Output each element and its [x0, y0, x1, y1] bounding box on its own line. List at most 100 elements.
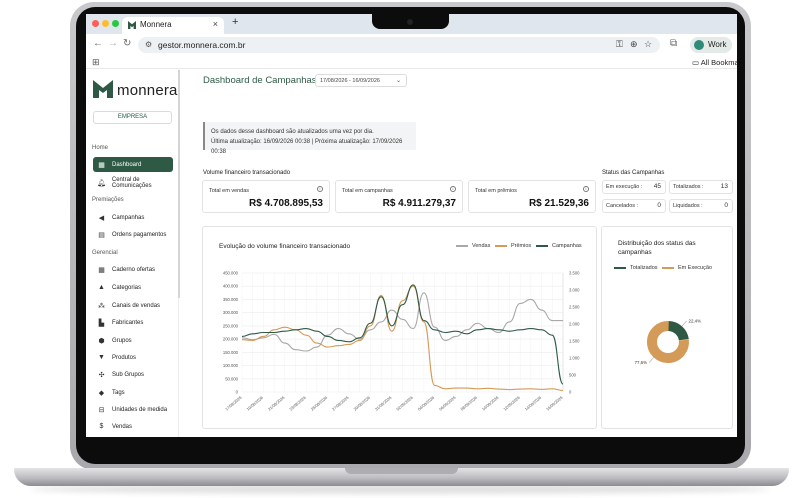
x-tick-label: 23/08/2026	[288, 394, 307, 411]
y-left-tick-label: 350.000	[223, 297, 239, 302]
kpi-title: Total em vendas	[209, 188, 250, 194]
sidebar-item-label: Categorias	[112, 284, 142, 291]
x-tick-label: 17/08/2026	[224, 394, 243, 411]
date-range-select[interactable]: 17/08/2026 - 16/09/2026 ⌄	[315, 74, 407, 87]
status-label: Cancelados :	[606, 203, 639, 209]
bookmark-star-icon[interactable]: ☆	[644, 39, 652, 50]
y-right-tick-label: 2.000	[569, 322, 580, 327]
status-totalizados: Totalizados : 13	[669, 180, 733, 194]
x-tick-label: 29/08/2026	[352, 394, 371, 411]
page-title: Dashboard de Campanhas	[203, 75, 317, 86]
minimize-window-icon[interactable]	[102, 20, 109, 27]
reload-icon[interactable]: ↻	[123, 38, 131, 49]
dollar-icon: $	[99, 423, 104, 430]
y-left-tick-label: 250.000	[223, 323, 239, 328]
sidebar-item-fabricantes[interactable]: ▙ Fabricantes	[93, 315, 173, 330]
kpi-value: R$ 4.708.895,53	[249, 198, 323, 209]
y-left-tick-label: 200.000	[223, 337, 239, 342]
sidebar-item-label: Dashboard	[112, 161, 142, 168]
donut-slice-totalizados	[667, 321, 689, 341]
sidebar-item-label: Sub Grupos	[112, 371, 145, 378]
status-section-label: Status das Campanhas	[602, 170, 665, 176]
all-bookmarks-link[interactable]: ▭ All Bookmarks	[692, 58, 737, 67]
y-right-tick-label: 1.000	[569, 356, 580, 361]
new-tab-icon[interactable]: +	[232, 16, 238, 28]
section-home: Home	[92, 145, 109, 151]
kpi-total-vendas: Total em vendas i R$ 4.708.895,53	[202, 180, 330, 213]
basket-icon: ▼	[98, 354, 105, 361]
financial-section-label: Volume financeiro transacionado	[203, 170, 291, 176]
sidebar-item-ordens-pagamentos[interactable]: ▤ Ordens pagamentos	[93, 227, 173, 242]
section-rewards: Premiações	[92, 197, 124, 203]
info-icon[interactable]: i	[317, 186, 323, 192]
x-tick-label: 06/09/2026	[438, 394, 457, 411]
x-tick-label: 12/09/2026	[502, 394, 521, 411]
sidebar-item-central-comunicacoes[interactable]: 🔔︎ Central de Comunicações	[93, 175, 173, 190]
sidebar-item-unidades-medida[interactable]: ⊟ Unidades de medida	[93, 402, 173, 417]
sidebar-item-vendas[interactable]: $ Vendas	[93, 419, 173, 434]
megaphone-icon: ◀	[98, 214, 105, 222]
profile-button[interactable]: Work	[690, 37, 732, 53]
x-tick-label: 19/08/2026	[245, 394, 264, 411]
close-window-icon[interactable]	[92, 20, 99, 27]
back-icon[interactable]: ←	[93, 38, 103, 49]
y-right-tick-label: 3.500	[569, 271, 580, 276]
sidebar-item-caderno-ofertas[interactable]: ▦ Caderno ofertas	[93, 262, 173, 277]
sidebar-item-canais-vendas[interactable]: ⁂ Canais de vendas	[93, 298, 173, 313]
maximize-window-icon[interactable]	[112, 20, 119, 27]
x-tick-label: 04/09/2026	[417, 394, 436, 411]
status-label: Liquidados :	[673, 203, 703, 209]
y-left-tick-label: 0	[236, 390, 239, 395]
donut-chart: 22,4% 77,6%	[635, 319, 701, 366]
y-left-tick-label: 400.000	[223, 284, 239, 289]
y-left-tick-label: 450.000	[223, 271, 239, 276]
monnera-favicon-icon	[128, 21, 136, 29]
extensions-icon[interactable]: ⧉	[670, 38, 677, 49]
shapes-icon: ▲	[98, 284, 105, 291]
sidebar-item-label: Produtos	[112, 354, 137, 361]
network-icon: ✣	[98, 371, 105, 379]
zoom-icon[interactable]: ⊕	[630, 39, 638, 50]
x-tick-label: 10/09/2026	[481, 394, 500, 411]
y-right-tick-label: 2.500	[569, 305, 580, 310]
laptop-base	[14, 468, 789, 486]
sidebar-item-grupos[interactable]: ⬢ Grupos	[93, 333, 173, 348]
info-icon[interactable]: i	[583, 186, 589, 192]
sidebar-item-tags[interactable]: ◆ Tags	[93, 385, 173, 400]
sidebar-item-produtos[interactable]: ▼ Produtos	[93, 350, 173, 365]
forward-icon[interactable]: →	[108, 38, 118, 49]
company-button[interactable]: EMPRESA	[93, 111, 172, 124]
status-em-execucao: Em execução : 45	[602, 180, 666, 194]
brand-name: monnera	[117, 82, 178, 99]
sidebar-item-label: Campanhas	[112, 214, 145, 221]
site-info-icon[interactable]: ⚙	[145, 40, 152, 49]
sidebar-item-sub-grupos[interactable]: ✣ Sub Grupos	[93, 367, 173, 382]
sidebar-item-label: Central de Comunicações	[111, 176, 152, 189]
kpi-title: Total em campanhas	[342, 188, 393, 194]
status-cancelados: Cancelados : 0	[602, 199, 666, 213]
donut-leader-line	[648, 357, 654, 363]
x-tick-label: 21/08/2026	[267, 394, 286, 411]
bell-icon: 🔔︎	[97, 179, 106, 187]
app: monnera EMPRESA Home ▦ Dashboard 🔔︎ Centra…	[86, 70, 737, 437]
address-bar[interactable]: ⚙ gestor.monnera.com.br ⚿ ⊕ ☆	[138, 37, 660, 53]
browser-tab[interactable]: Monnera ×	[122, 17, 224, 34]
key-icon[interactable]: ⚿	[616, 39, 623, 50]
status-label: Em execução :	[606, 184, 643, 190]
apps-grid-icon[interactable]: ⊞	[92, 57, 100, 68]
close-tab-icon[interactable]: ×	[213, 19, 218, 29]
sidebar-item-dashboard[interactable]: ▦ Dashboard	[93, 157, 173, 172]
channels-icon: ⁂	[98, 302, 105, 310]
status-value: 45	[653, 183, 661, 190]
sidebar-item-categorias[interactable]: ▲ Categorias	[93, 280, 173, 295]
sidebar-item-campanhas[interactable]: ◀ Campanhas	[93, 210, 173, 225]
info-icon[interactable]: i	[450, 186, 456, 192]
status-value: 13	[720, 183, 728, 190]
y-right-tick-label: 500	[569, 373, 577, 378]
avatar	[694, 40, 704, 50]
monnera-logo-icon	[93, 80, 113, 98]
all-bookmarks-label: All Bookmarks	[700, 58, 737, 67]
sidebar-item-label: Unidades de medida	[112, 406, 168, 413]
tab-title: Monnera	[140, 20, 172, 29]
x-tick-label: 25/08/2026	[310, 394, 329, 411]
